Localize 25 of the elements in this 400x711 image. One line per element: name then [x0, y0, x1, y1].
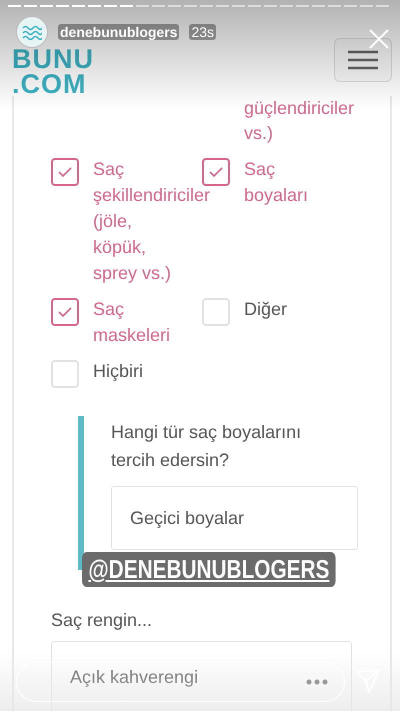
option-label: Hiçbiri [93, 361, 144, 381]
mention-sticker[interactable]: @DENEBUNUBLOGERS [82, 552, 336, 587]
check-icon [208, 166, 224, 178]
more-icon[interactable] [306, 679, 328, 685]
close-button[interactable] [367, 27, 391, 51]
post-time: 23s [189, 24, 216, 40]
option-label: Saç şekillendiriciler (jöle, köpük, sprey vs.) [93, 159, 210, 283]
message-field[interactable] [16, 662, 345, 702]
menu-button[interactable] [334, 38, 392, 82]
avatar[interactable] [16, 16, 48, 48]
question-text: Hangi tür saç boyalarını tercih edersin? [111, 421, 302, 472]
checkbox[interactable] [202, 158, 230, 186]
site-logo[interactable]: BUNU .COM [12, 47, 94, 97]
checkbox[interactable] [51, 298, 79, 326]
checkbox[interactable] [51, 158, 79, 186]
check-icon [57, 306, 73, 318]
answer-field[interactable]: Geçici boyalar [111, 486, 358, 550]
option-label: Diğer [244, 299, 288, 319]
option-label: güçlendiriciler vs.) [244, 97, 356, 145]
question-text: Saç rengin... [51, 610, 154, 631]
menu-icon [348, 50, 378, 70]
option-label: Saç boyaları [244, 159, 308, 205]
option-label: Saç maskeleri [93, 299, 170, 345]
check-icon [57, 166, 73, 178]
username[interactable]: denebunublogers [58, 24, 180, 40]
